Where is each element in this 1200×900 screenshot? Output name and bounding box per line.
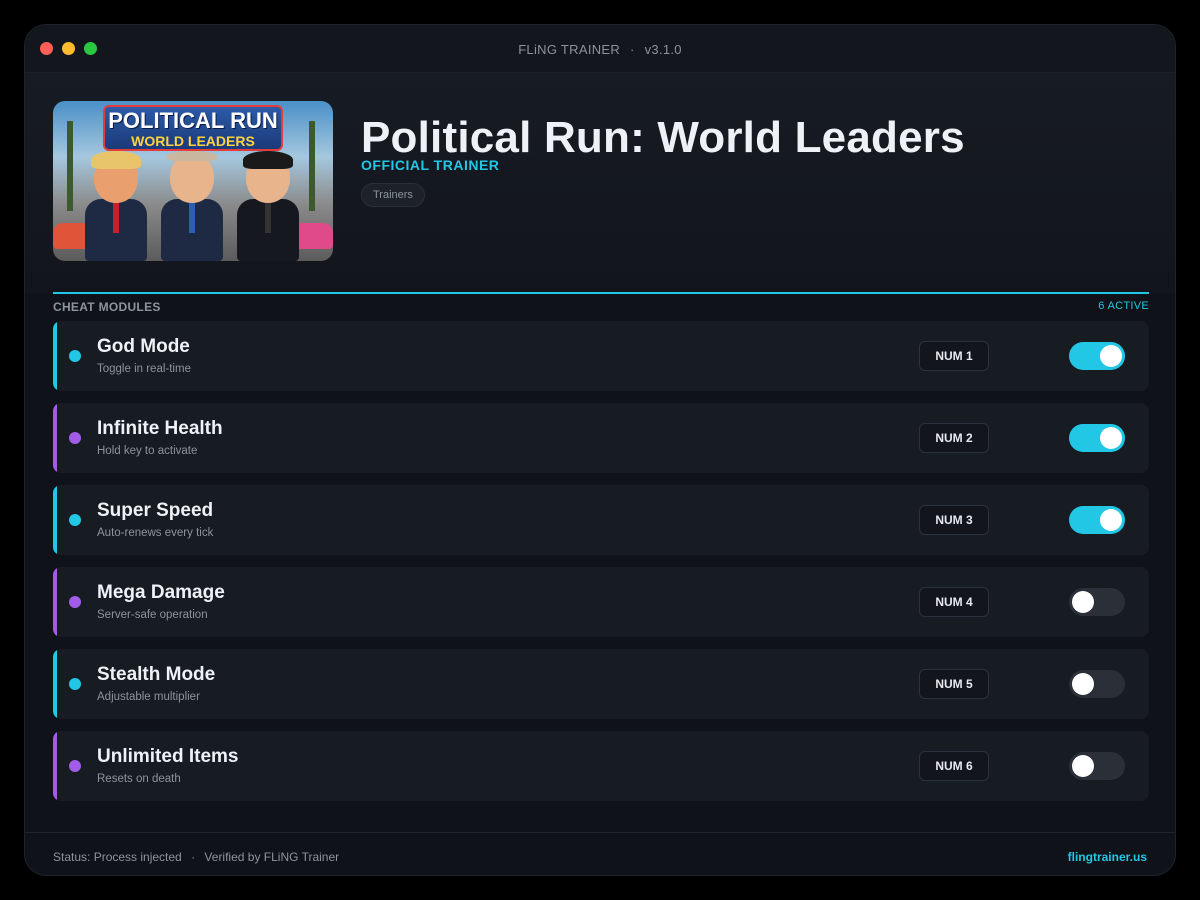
toggle-knob bbox=[1100, 345, 1122, 367]
module-row-infinite-health[interactable]: Infinite Health Hold key to activate NUM… bbox=[53, 403, 1149, 473]
game-title: Political Run: World Leaders bbox=[361, 113, 965, 162]
app-name: FLiNG TRAINER bbox=[518, 42, 621, 57]
toggle-knob bbox=[1072, 673, 1094, 695]
status-text: Status: Process injected bbox=[53, 850, 182, 864]
category-tag[interactable]: Trainers bbox=[361, 183, 425, 207]
title-separator: · bbox=[630, 42, 635, 57]
game-cover-art: POLITICAL RUN WORLD LEADERS bbox=[53, 101, 333, 261]
accent-bar bbox=[53, 567, 57, 637]
toggle-knob bbox=[1072, 591, 1094, 613]
cover-character bbox=[81, 151, 151, 261]
status-indicator-icon bbox=[69, 514, 81, 526]
modules-label: CHEAT MODULES bbox=[53, 300, 161, 314]
trainer-window: FLiNG TRAINER · v3.1.0 POLITICAL RUN WOR… bbox=[24, 24, 1176, 876]
module-description: Server-safe operation bbox=[97, 609, 208, 621]
game-header: POLITICAL RUN WORLD LEADERS Political Ru… bbox=[25, 73, 1175, 293]
hotkey-badge[interactable]: NUM 6 bbox=[919, 751, 989, 781]
cover-character bbox=[233, 151, 303, 261]
toggle-switch-icon[interactable] bbox=[1069, 670, 1125, 698]
status-indicator-icon bbox=[69, 596, 81, 608]
status-indicator-icon bbox=[69, 432, 81, 444]
site-link[interactable]: flingtrainer.us bbox=[1068, 850, 1147, 864]
cover-logo: POLITICAL RUN WORLD LEADERS bbox=[103, 105, 283, 151]
trainer-subtitle: OFFICIAL TRAINER bbox=[361, 157, 500, 173]
toggle-switch-icon[interactable] bbox=[1069, 588, 1125, 616]
window-title: FLiNG TRAINER · v3.1.0 bbox=[25, 42, 1175, 57]
modules-header: CHEAT MODULES 6 ACTIVE bbox=[53, 292, 1149, 316]
module-description: Hold key to activate bbox=[97, 445, 198, 457]
module-row-god-mode[interactable]: God Mode Toggle in real-time NUM 1 bbox=[53, 321, 1149, 391]
module-description: Auto-renews every tick bbox=[97, 527, 214, 539]
hotkey-badge[interactable]: NUM 5 bbox=[919, 669, 989, 699]
verified-text: Verified by FLiNG Trainer bbox=[204, 850, 340, 864]
toggle-switch-icon[interactable] bbox=[1069, 752, 1125, 780]
module-description: Toggle in real-time bbox=[97, 363, 191, 375]
hotkey-badge[interactable]: NUM 3 bbox=[919, 505, 989, 535]
module-name: Infinite Health bbox=[97, 418, 223, 439]
accent-bar bbox=[53, 485, 57, 555]
toggle-switch-icon[interactable] bbox=[1069, 424, 1125, 452]
toggle-knob bbox=[1100, 509, 1122, 531]
status-line: Status: Process injected · Verified by F… bbox=[53, 850, 339, 864]
cover-logo-line2: WORLD LEADERS bbox=[131, 133, 255, 149]
accent-bar bbox=[53, 731, 57, 801]
palm-tree-shape bbox=[309, 121, 315, 211]
module-description: Resets on death bbox=[97, 773, 181, 785]
module-name: God Mode bbox=[97, 336, 190, 357]
hotkey-badge[interactable]: NUM 4 bbox=[919, 587, 989, 617]
module-row-super-speed[interactable]: Super Speed Auto-renews every tick NUM 3 bbox=[53, 485, 1149, 555]
status-indicator-icon bbox=[69, 760, 81, 772]
toggle-knob bbox=[1072, 755, 1094, 777]
module-name: Stealth Mode bbox=[97, 664, 216, 685]
status-indicator-icon bbox=[69, 678, 81, 690]
palm-tree-shape bbox=[67, 121, 73, 211]
module-name: Unlimited Items bbox=[97, 746, 239, 767]
module-name: Mega Damage bbox=[97, 582, 225, 603]
module-row-unlimited-items[interactable]: Unlimited Items Resets on death NUM 6 bbox=[53, 731, 1149, 801]
accent-bar bbox=[53, 321, 57, 391]
module-row-stealth-mode[interactable]: Stealth Mode Adjustable multiplier NUM 5 bbox=[53, 649, 1149, 719]
toggle-knob bbox=[1100, 427, 1122, 449]
module-row-mega-damage[interactable]: Mega Damage Server-safe operation NUM 4 bbox=[53, 567, 1149, 637]
footer-separator: · bbox=[191, 850, 196, 864]
toggle-switch-icon[interactable] bbox=[1069, 342, 1125, 370]
accent-bar bbox=[53, 403, 57, 473]
hotkey-badge[interactable]: NUM 1 bbox=[919, 341, 989, 371]
status-indicator-icon bbox=[69, 350, 81, 362]
module-name: Super Speed bbox=[97, 500, 214, 521]
hotkey-badge[interactable]: NUM 2 bbox=[919, 423, 989, 453]
toggle-switch-icon[interactable] bbox=[1069, 506, 1125, 534]
title-bar[interactable]: FLiNG TRAINER · v3.1.0 bbox=[25, 25, 1175, 73]
status-footer: Status: Process injected · Verified by F… bbox=[25, 832, 1175, 875]
app-version: v3.1.0 bbox=[644, 42, 682, 57]
cover-character bbox=[157, 151, 227, 261]
cover-logo-line1: POLITICAL RUN bbox=[108, 108, 278, 133]
module-description: Adjustable multiplier bbox=[97, 691, 200, 703]
active-count: 6 ACTIVE bbox=[1098, 300, 1149, 312]
accent-bar bbox=[53, 649, 57, 719]
